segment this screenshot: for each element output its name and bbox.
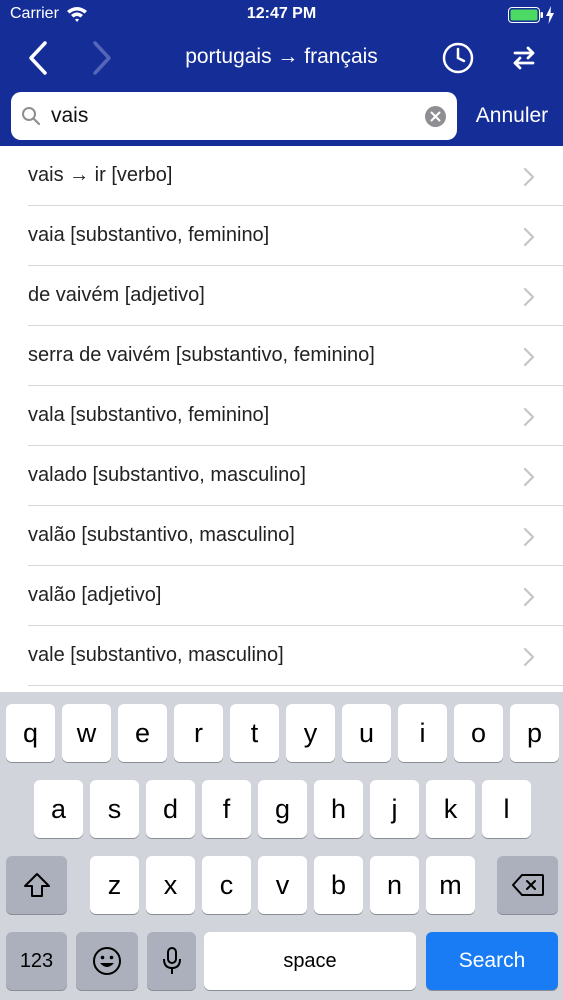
forward-chevron-icon[interactable] — [82, 38, 122, 78]
key-s[interactable]: s — [90, 780, 139, 838]
key-t[interactable]: t — [230, 704, 279, 762]
results-list: vais → ir [verbo] vaia [substantivo, fem… — [0, 146, 563, 692]
swap-icon[interactable] — [506, 40, 542, 76]
key-c[interactable]: c — [202, 856, 251, 914]
cancel-button[interactable]: Annuler — [466, 100, 558, 132]
backspace-icon — [511, 874, 544, 896]
keyboard: q w e r t y u i o p a s d f g h j k l z … — [0, 692, 563, 1000]
emoji-key[interactable] — [76, 932, 138, 990]
key-w[interactable]: w — [62, 704, 111, 762]
key-i[interactable]: i — [398, 704, 447, 762]
status-time: 12:47 PM — [246, 5, 317, 22]
result-row[interactable]: de vaivém [adjetivo] — [0, 266, 563, 326]
key-h[interactable]: h — [314, 780, 363, 838]
result-label: vale [substantivo, masculino] — [28, 644, 284, 666]
chevron-right-icon — [523, 467, 535, 487]
result-row[interactable]: valão [substantivo, masculino] — [0, 506, 563, 566]
nav-title: portugais → français — [185, 45, 378, 68]
chevron-right-icon — [523, 647, 535, 667]
result-row[interactable]: valão [adjetivo] — [0, 566, 563, 626]
key-o[interactable]: o — [454, 704, 503, 762]
key-z[interactable]: z — [90, 856, 139, 914]
status-bar: Carrier 12:47 PM — [0, 0, 563, 30]
key-v[interactable]: v — [258, 856, 307, 914]
chevron-right-icon — [523, 587, 535, 607]
search-key[interactable]: Search — [426, 932, 558, 990]
result-row[interactable]: serra de vaivém [substantivo, feminino] — [0, 326, 563, 386]
key-e[interactable]: e — [118, 704, 167, 762]
key-l[interactable]: l — [482, 780, 531, 838]
back-chevron-icon[interactable] — [20, 38, 60, 78]
shift-key[interactable] — [6, 856, 67, 914]
key-k[interactable]: k — [426, 780, 475, 838]
key-a[interactable]: a — [34, 780, 83, 838]
key-p[interactable]: p — [510, 704, 559, 762]
key-j[interactable]: j — [370, 780, 419, 838]
result-label: vaia [substantivo, feminino] — [28, 224, 270, 246]
result-label: de vaivém [adjetivo] — [28, 284, 205, 306]
key-m[interactable]: m — [426, 856, 475, 914]
microphone-icon — [162, 947, 181, 974]
key-g[interactable]: g — [258, 780, 307, 838]
top-bar: Carrier 12:47 PM portugais → français va… — [0, 0, 563, 146]
clock-icon[interactable] — [440, 40, 476, 76]
key-r[interactable]: r — [174, 704, 223, 762]
search-bar — [11, 92, 457, 140]
result-label: valado [substantivo, masculino] — [28, 464, 306, 486]
chevron-right-icon — [523, 407, 535, 427]
result-row[interactable]: vais → ir [verbo] — [0, 146, 563, 206]
space-key[interactable]: space — [204, 932, 416, 990]
result-label: vais → ir [verbo] — [28, 164, 173, 186]
key-q[interactable]: q — [6, 704, 55, 762]
delete-key[interactable] — [497, 856, 558, 914]
result-label: vala [substantivo, feminino] — [28, 404, 270, 426]
search-input[interactable] — [51, 100, 411, 132]
result-label: valão [adjetivo] — [28, 584, 162, 606]
clear-search-icon[interactable] — [425, 106, 446, 127]
chevron-right-icon — [523, 287, 535, 307]
result-label: valão [substantivo, masculino] — [28, 524, 295, 546]
search-icon — [22, 107, 41, 126]
result-row[interactable]: vale [substantivo, masculino] — [0, 626, 563, 686]
result-row[interactable]: valado [substantivo, masculino] — [0, 446, 563, 506]
key-d[interactable]: d — [146, 780, 195, 838]
emoji-icon — [93, 947, 121, 975]
row-divider — [28, 685, 563, 686]
charging-bolt-icon — [546, 6, 554, 24]
key-x[interactable]: x — [146, 856, 195, 914]
battery-icon — [508, 7, 543, 23]
chevron-right-icon — [523, 167, 535, 187]
microphone-key[interactable] — [147, 932, 196, 990]
key-f[interactable]: f — [202, 780, 251, 838]
key-n[interactable]: n — [370, 856, 419, 914]
shift-icon — [23, 873, 50, 897]
chevron-right-icon — [523, 347, 535, 367]
result-label: serra de vaivém [substantivo, feminino] — [28, 344, 375, 366]
result-row[interactable]: vala [substantivo, feminino] — [0, 386, 563, 446]
chevron-right-icon — [523, 527, 535, 547]
chevron-right-icon — [523, 227, 535, 247]
key-y[interactable]: y — [286, 704, 335, 762]
numbers-key[interactable]: 123 — [6, 932, 67, 990]
key-u[interactable]: u — [342, 704, 391, 762]
key-b[interactable]: b — [314, 856, 363, 914]
result-row[interactable]: vaia [substantivo, feminino] — [0, 206, 563, 266]
